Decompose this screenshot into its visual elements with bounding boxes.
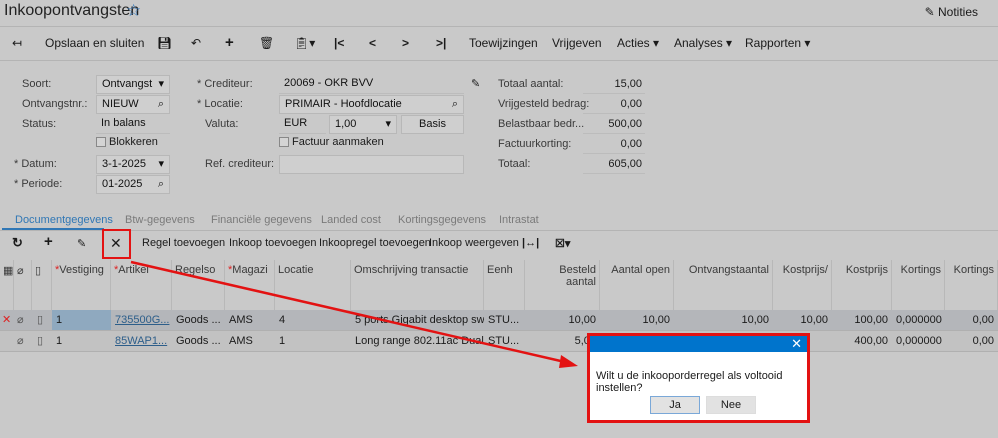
dialog-header: ✕ (590, 336, 807, 352)
no-button[interactable]: Nee (706, 396, 756, 414)
close-icon[interactable]: ✕ (791, 336, 802, 351)
annotation-arrow (130, 260, 578, 368)
dialog-message: Wilt u de inkooporderregel als voltooid … (596, 370, 783, 394)
confirm-dialog: ✕ Wilt u de inkooporderregel als voltooi… (587, 333, 810, 423)
yes-button[interactable]: Ja (650, 396, 700, 414)
